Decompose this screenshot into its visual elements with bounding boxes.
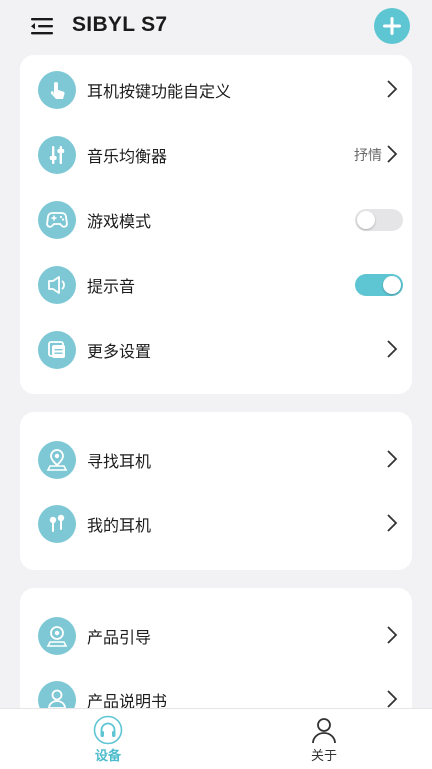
- settings-item-more-settings[interactable]: 更多设置: [20, 318, 412, 382]
- help-card: 产品引导 产品说明书: [20, 588, 412, 728]
- app-header: SIBYL S7: [0, 0, 432, 54]
- help-item-product-guide[interactable]: 产品引导: [20, 604, 412, 668]
- settings-item-button-custom[interactable]: 耳机按键功能自定义: [20, 58, 412, 122]
- menu-icon[interactable]: [30, 16, 56, 36]
- device-item-find-earbuds[interactable]: 寻找耳机: [20, 428, 412, 492]
- chevron-right-icon: [387, 690, 398, 708]
- settings-item-label: 游戏模式: [87, 212, 152, 231]
- prompt-tone-toggle[interactable]: [355, 274, 403, 296]
- gamepad-icon: [38, 201, 76, 239]
- locate-icon: [38, 441, 76, 479]
- equalizer-value: 抒情: [354, 148, 382, 164]
- settings-item-equalizer[interactable]: 音乐均衡器 抒情: [20, 123, 412, 187]
- guide-icon: [38, 617, 76, 655]
- device-card: 寻找耳机 我的耳机: [20, 412, 412, 570]
- headphones-icon: [93, 715, 123, 745]
- tab-devices[interactable]: 设备: [0, 709, 216, 769]
- toggle-knob: [383, 276, 401, 294]
- game-mode-toggle[interactable]: [355, 209, 403, 231]
- toggle-knob: [357, 211, 375, 229]
- page-title: SIBYL S7: [72, 13, 168, 36]
- settings-item-label: 耳机按键功能自定义: [87, 82, 232, 101]
- chevron-right-icon: [387, 626, 398, 644]
- settings-item-label: 提示音: [87, 277, 136, 296]
- chevron-right-icon: [387, 145, 398, 163]
- touch-icon: [38, 71, 76, 109]
- device-item-label: 寻找耳机: [87, 452, 152, 471]
- chevron-right-icon: [387, 450, 398, 468]
- device-item-my-earbuds[interactable]: 我的耳机: [20, 492, 412, 556]
- tab-about[interactable]: 关于: [216, 709, 432, 769]
- user-icon: [312, 718, 336, 744]
- chevron-right-icon: [387, 514, 398, 532]
- tab-label: 关于: [310, 749, 337, 764]
- settings-item-label: 更多设置: [87, 342, 152, 361]
- help-item-label: 产品引导: [87, 628, 152, 647]
- settings-card: 耳机按键功能自定义 音乐均衡器 抒情 游戏模式 提示音 更多设置: [20, 55, 412, 394]
- settings-item-game-mode: 游戏模式: [20, 188, 412, 252]
- earbuds-icon: [38, 505, 76, 543]
- more-settings-icon: [38, 331, 76, 369]
- chevron-right-icon: [387, 340, 398, 358]
- add-device-button[interactable]: [374, 8, 410, 44]
- speaker-icon: [38, 266, 76, 304]
- settings-item-label: 音乐均衡器: [87, 147, 168, 166]
- device-item-label: 我的耳机: [87, 516, 152, 535]
- settings-item-prompt-tone: 提示音: [20, 253, 412, 317]
- equalizer-icon: [38, 136, 76, 174]
- bottom-tab-bar: 设备 关于: [0, 708, 432, 769]
- plus-icon: [383, 17, 401, 35]
- chevron-right-icon: [387, 80, 398, 98]
- tab-label: 设备: [94, 749, 121, 764]
